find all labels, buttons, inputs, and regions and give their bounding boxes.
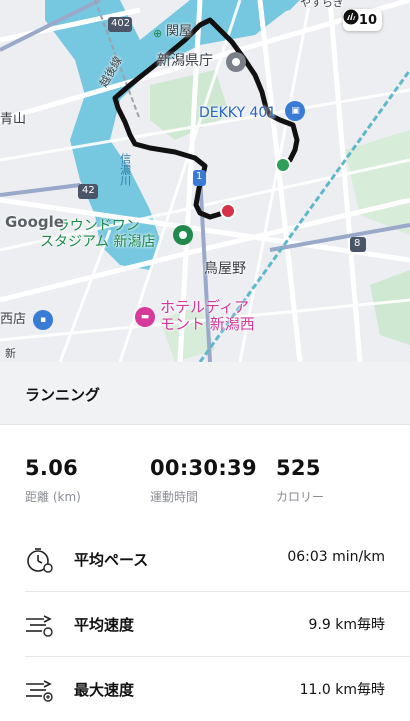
train-station-icon: ⊕ — [153, 27, 163, 40]
map-label-toriyano: 鳥屋野 — [204, 261, 246, 277]
metric-name-average-pace: 平均ペース — [74, 551, 149, 569]
map-label-hotel: ホテルディア モント 新潟西 — [160, 298, 255, 334]
metric-row-average-speed: 平均速度 9.9 km毎時 — [0, 592, 410, 656]
metric-name-max-speed: 最大速度 — [74, 681, 135, 699]
route-8-shield: 8 — [354, 238, 361, 249]
route-start-marker — [275, 157, 291, 173]
speed-max-icon — [26, 680, 53, 702]
metric-value-average-pace: 06:03 min/km — [287, 549, 385, 565]
metric-row-average-pace: 平均ペース 06:03 min/km — [0, 527, 410, 591]
route-map[interactable]: 関屋 ⊕ 新潟県庁 DEKKY 401 ラウンドワン スタジアム 新潟店 鳥屋野… — [0, 0, 410, 362]
metric-value-average-speed: 9.9 km毎時 — [308, 617, 385, 633]
google-logo: Google — [5, 213, 64, 231]
hotel-bed-icon: ▬ — [140, 312, 150, 322]
map-label-dekky: DEKKY 401 — [199, 105, 277, 121]
stat-duration-value: 00:30:39 — [150, 456, 257, 480]
stat-calories-value: 525 — [276, 456, 321, 480]
map-label-shoten: 西店 — [0, 312, 27, 327]
stat-duration-label: 運動時間 — [150, 490, 199, 504]
stat-distance-value: 5.06 — [25, 456, 79, 480]
metric-row-max-speed: 最大速度 11.0 km毎時 — [0, 657, 410, 721]
map-label-prefecture-office: 新潟県庁 — [157, 53, 213, 69]
map-label-top-right: やすらぎ — [300, 0, 344, 9]
metric-value-max-speed: 11.0 km毎時 — [299, 682, 385, 698]
stopwatch-icon — [27, 548, 53, 573]
map-label-aoyama: 青山 — [0, 112, 27, 127]
speed-average-icon — [26, 615, 53, 637]
activity-title: ランニング — [25, 386, 101, 404]
map-label-station: 関屋 — [166, 24, 193, 39]
route-42-shield: 42 — [82, 185, 95, 196]
shopping-bag-icon: ▣ — [291, 105, 300, 116]
metric-name-average-speed: 平均速度 — [74, 616, 135, 634]
stat-distance: 5.06 距離 (km) — [25, 456, 81, 505]
route-1-shield: 1 — [196, 171, 203, 182]
adidas-logo-icon — [343, 9, 359, 25]
stat-calories: 525 カロリー — [276, 456, 324, 505]
stat-distance-label: 距離 (km) — [25, 490, 81, 504]
stat-duration: 00:30:39 運動時間 — [150, 456, 257, 505]
route-402-shield: 402 — [111, 18, 131, 29]
route-end-marker — [220, 203, 236, 219]
stat-calories-label: カロリー — [276, 490, 325, 504]
level-badge[interactable]: +10 — [343, 9, 382, 31]
map-label-shinano-river: 信濃川 — [118, 153, 132, 186]
activity-type-header: ランニング — [0, 362, 410, 425]
map-label-shin: 新 — [5, 347, 16, 360]
shopping-cart-icon: ▪ — [39, 315, 47, 325]
